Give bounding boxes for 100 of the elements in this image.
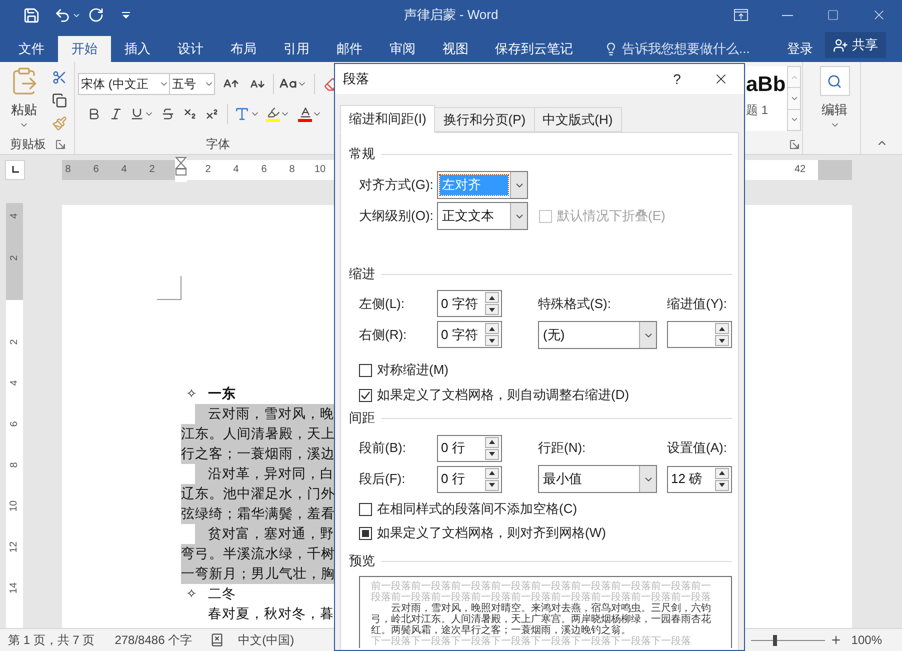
- checkbox[interactable]: [359, 502, 372, 516]
- spin-down-button[interactable]: [715, 335, 729, 346]
- dialog-launcher-icon[interactable]: [56, 140, 65, 148]
- down-triangle-icon: [489, 452, 495, 456]
- ribbon-tab[interactable]: 引用: [270, 36, 323, 62]
- value-input[interactable]: 12 磅: [668, 466, 715, 492]
- ruler-number: 8: [64, 163, 72, 177]
- ribbon-tab[interactable]: 视图: [429, 36, 482, 62]
- spin-down-button[interactable]: [485, 480, 499, 490]
- bullet-symbol: ✧: [185, 385, 198, 404]
- proofing-icon[interactable]: [210, 633, 224, 647]
- section-heading: 间距: [349, 409, 375, 428]
- zoom-slider[interactable]: [751, 634, 826, 646]
- field-label: 特殊格式(S):: [538, 294, 612, 313]
- down-triangle-icon: [719, 483, 725, 487]
- dialog-tab[interactable]: 缩进和间距(I): [340, 105, 436, 133]
- spin-box[interactable]: 12 磅: [667, 466, 732, 492]
- share-button[interactable]: 共享: [825, 32, 886, 58]
- ribbon-tab[interactable]: 保存到云笔记: [482, 36, 586, 62]
- spin-up-button[interactable]: [715, 323, 729, 334]
- spin-box[interactable]: [667, 321, 732, 348]
- body-text: 贫对富，塞对通，野: [195, 524, 334, 544]
- dropdown[interactable]: 正文文本: [437, 202, 528, 230]
- group-label: 字体: [206, 136, 230, 153]
- save-icon: [22, 6, 40, 24]
- checkbox-label: 默认情况下折叠(E): [557, 207, 666, 226]
- ribbon-tab[interactable]: 开始: [58, 36, 111, 62]
- zoom-slider-thumb[interactable]: [772, 634, 777, 646]
- ribbon-tab[interactable]: 文件: [5, 36, 58, 62]
- paste-button[interactable]: 粘贴: [6, 66, 42, 134]
- spin-box[interactable]: 0 行: [437, 466, 502, 492]
- spin-box[interactable]: 0 字符: [437, 290, 502, 317]
- spin-up-button[interactable]: [485, 436, 499, 448]
- dialog-tab[interactable]: 中文版式(H): [534, 107, 622, 132]
- sign-in-link[interactable]: 登录: [787, 36, 813, 62]
- style-gallery-item[interactable]: aBb 题 1: [746, 66, 787, 131]
- person-plus-icon: [833, 38, 848, 52]
- indent-marker-icon[interactable]: [175, 157, 187, 182]
- maximize-icon: [827, 9, 839, 21]
- subscript-icon: [183, 107, 197, 121]
- value-input[interactable]: 0 字符: [438, 322, 485, 347]
- ribbon-tab[interactable]: 邮件: [323, 36, 376, 62]
- value-input[interactable]: 0 字符: [438, 291, 485, 316]
- help-button[interactable]: ?: [662, 65, 692, 93]
- dialog-title: 段落: [343, 70, 369, 88]
- undo-button[interactable]: [54, 6, 81, 24]
- spin-box[interactable]: 0 字符: [437, 321, 502, 348]
- language-indicator[interactable]: 中文(中国): [238, 631, 294, 649]
- tell-me-field[interactable]: 告诉我您想要做什么...: [622, 39, 762, 59]
- ribbon-tab[interactable]: 插入: [111, 36, 164, 62]
- font-name-dropdown[interactable]: 宋体 (中文正: [78, 73, 170, 95]
- ribbon-tab[interactable]: 布局: [217, 36, 270, 62]
- ribbon-tab[interactable]: 审阅: [376, 36, 429, 62]
- checkbox-label: 如果定义了文档网格，则对齐到网格(W): [377, 524, 606, 542]
- spin-box[interactable]: 0 行: [437, 434, 502, 462]
- spin-down-button[interactable]: [715, 480, 729, 490]
- value-input[interactable]: 0 行: [438, 466, 485, 492]
- ruler-number: 12: [8, 541, 20, 553]
- font-size-dropdown[interactable]: 五号: [170, 73, 215, 95]
- spin-down-button[interactable]: [485, 448, 499, 460]
- ruler-number: 8: [288, 163, 296, 177]
- spin-down-button[interactable]: [485, 335, 499, 346]
- word-count[interactable]: 278/8486 个字: [114, 631, 192, 649]
- spin-up-button[interactable]: [485, 292, 499, 303]
- tab-selector[interactable]: [5, 160, 25, 180]
- dialog-launcher-icon[interactable]: [790, 140, 799, 148]
- bullet-symbol: ✧: [185, 585, 198, 604]
- highlighter-icon: [266, 106, 280, 122]
- value-input[interactable]: 0 行: [438, 436, 485, 460]
- ruler-number: 6: [8, 421, 20, 427]
- dialog-tab[interactable]: 换行和分页(P): [435, 107, 535, 132]
- dropdown[interactable]: (无): [538, 321, 657, 349]
- margin-corner-mark: [157, 276, 182, 300]
- ruler-number: 6: [260, 163, 268, 177]
- checkbox[interactable]: [359, 388, 372, 402]
- editing-button[interactable]: 编辑: [820, 66, 850, 130]
- ribbon-tab[interactable]: 设计: [164, 36, 217, 62]
- paintbrush-icon: [52, 116, 66, 130]
- heading-text: 二冬: [208, 584, 236, 603]
- ruler-number: 6: [92, 163, 100, 177]
- up-triangle-icon: [489, 471, 495, 475]
- dropdown[interactable]: 最小值: [538, 465, 657, 493]
- down-triangle-icon: [719, 338, 725, 342]
- spin-up-button[interactable]: [485, 468, 499, 478]
- spin-up-button[interactable]: [485, 323, 499, 334]
- font-color-icon: [298, 106, 312, 122]
- body-text: 行之客；一蓑烟雨，溪边: [181, 444, 334, 464]
- ruler-number: 8: [8, 462, 20, 468]
- field-label: 段后(F):: [359, 470, 406, 488]
- page-count[interactable]: 第 1 页，共 7 页: [8, 631, 95, 649]
- customize-icon: [122, 12, 130, 18]
- section-heading: 常规: [349, 145, 375, 164]
- zoom-level[interactable]: 100%: [851, 631, 882, 649]
- checkbox[interactable]: [359, 526, 372, 540]
- spin-up-button[interactable]: [715, 468, 729, 478]
- spin-down-button[interactable]: [485, 304, 499, 315]
- group-label: 剪贴板: [10, 136, 46, 153]
- checkbox[interactable]: [359, 364, 372, 376]
- checkbox-label: 如果定义了文档网格，则自动调整右缩进(D): [377, 386, 630, 404]
- left-tab-icon: [12, 166, 18, 173]
